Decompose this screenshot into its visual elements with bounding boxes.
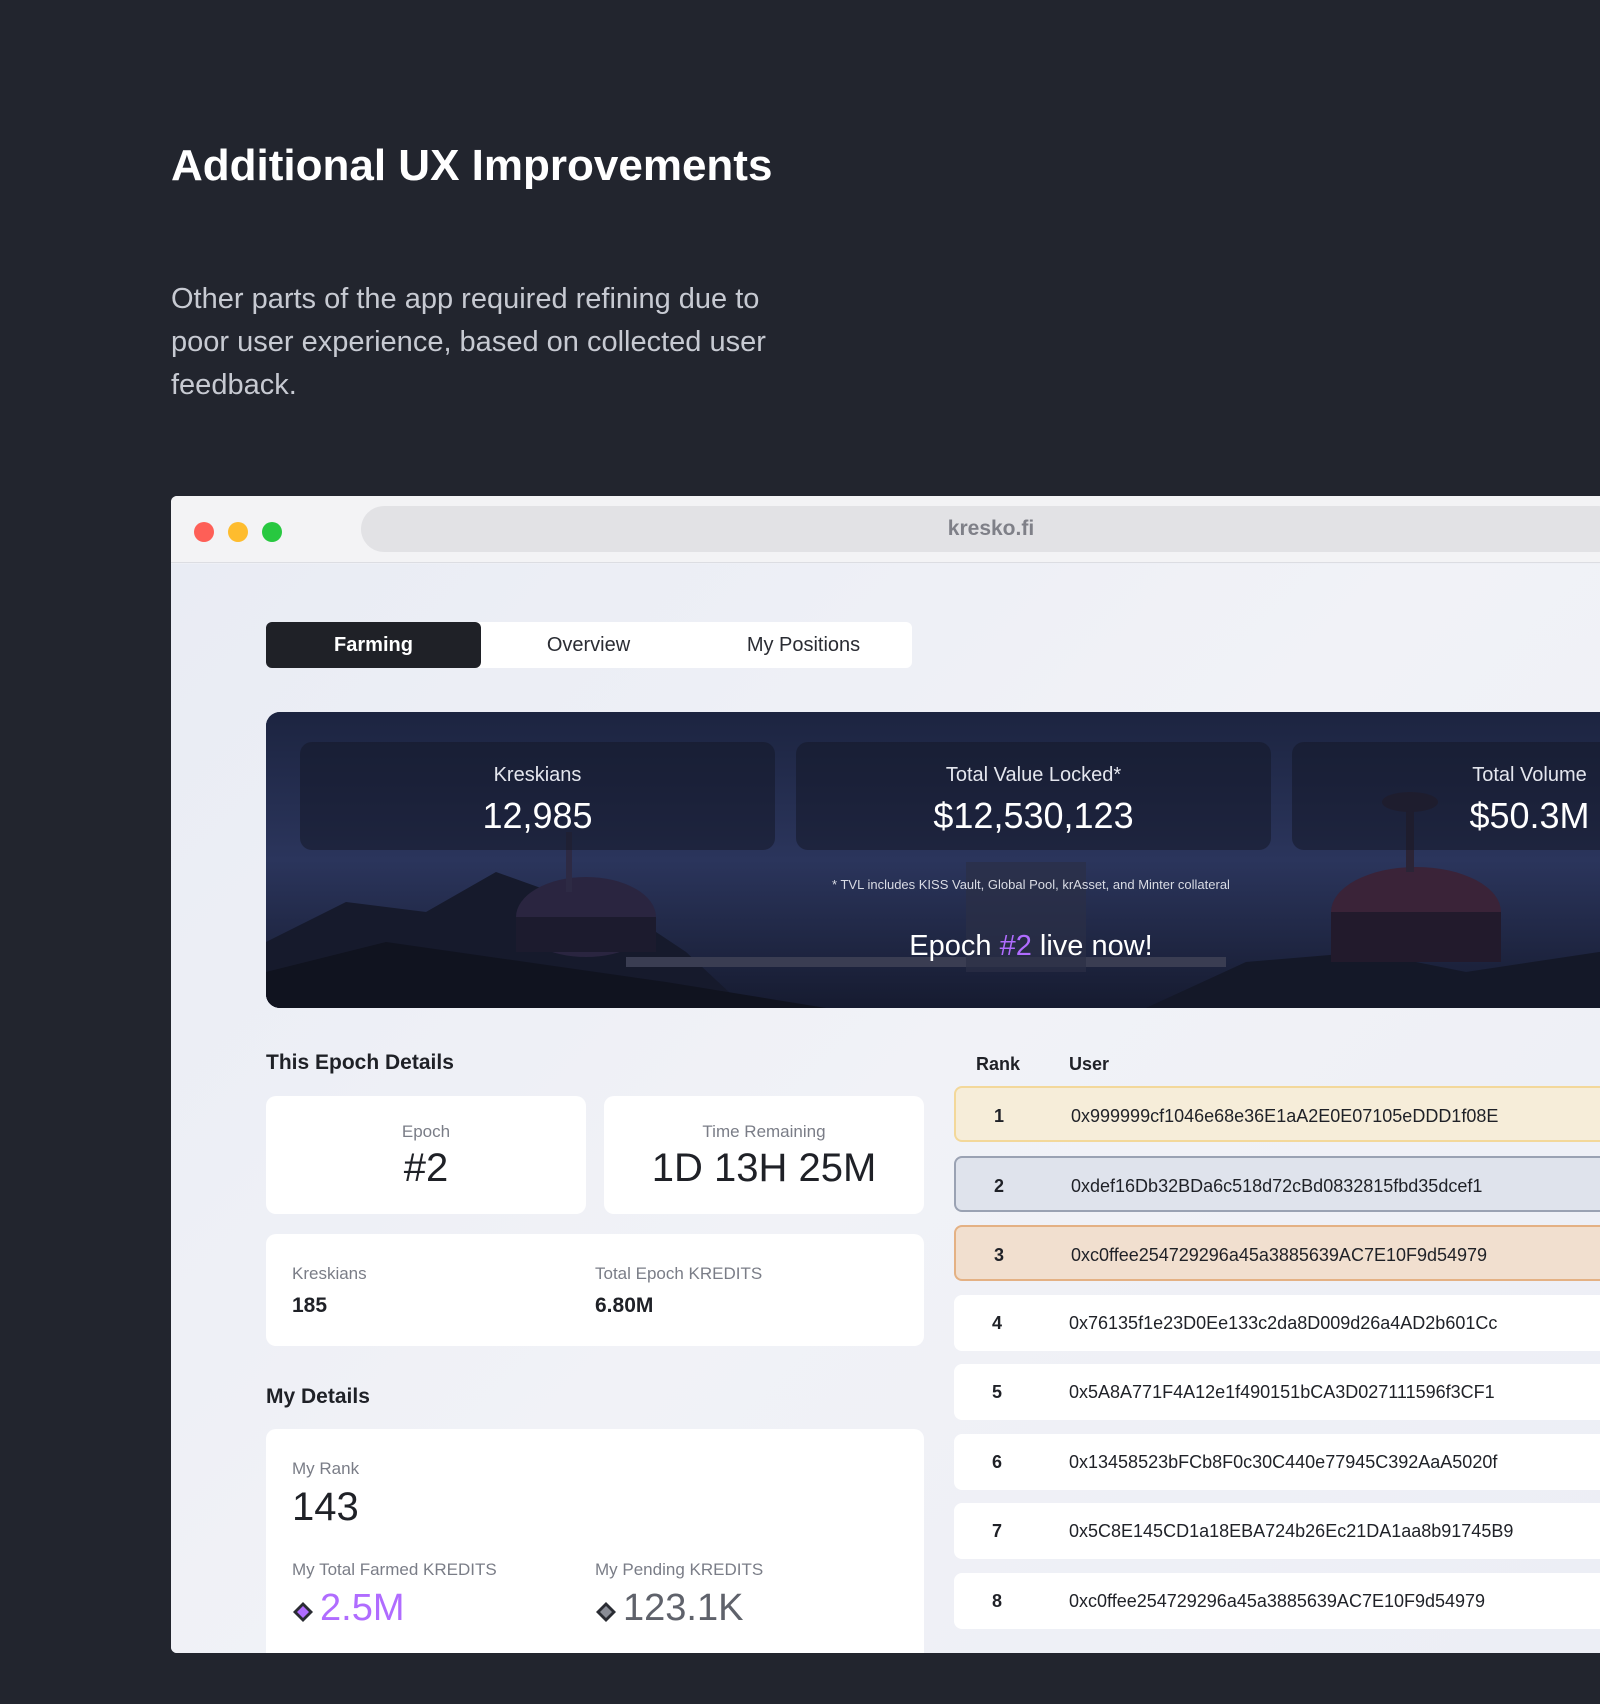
leaderboard-row[interactable]: 6 0x13458523bFCb8F0c30C440e77945C392AaA5… bbox=[954, 1434, 1600, 1490]
kredits-diamond-icon bbox=[596, 1601, 616, 1622]
tvl-footnote: * TVL includes KISS Vault, Global Pool, … bbox=[832, 877, 1230, 892]
leaderboard-row[interactable]: 5 0x5A8A771F4A12e1f490151bCA3D027111596f… bbox=[954, 1364, 1600, 1420]
my-details-title: My Details bbox=[266, 1385, 370, 1408]
stat-card-kreskians: Kreskians 12,985 bbox=[300, 742, 775, 850]
epoch-card: Epoch #2 bbox=[266, 1096, 586, 1214]
epoch-live-banner: Epoch #2 live now! bbox=[266, 930, 1600, 963]
tab-my-positions[interactable]: My Positions bbox=[696, 622, 911, 668]
pending-kredits-value: 123.1K bbox=[623, 1587, 744, 1629]
leaderboard-row[interactable]: 7 0x5C8E145CD1a18EBA724b26Ec21DA1aa8b917… bbox=[954, 1503, 1600, 1559]
row-user-address: 0x999999cf1046e68e36E1aA2E0E07105eDDD1f0… bbox=[1071, 1106, 1499, 1126]
stat-value: $12,530,123 bbox=[933, 795, 1134, 836]
row-rank: 6 bbox=[991, 1452, 1002, 1472]
leaderboard-row[interactable]: 3 0xc0ffee254729296a45a3885639AC7E10F9d5… bbox=[954, 1225, 1600, 1281]
row-user-address: 0x5A8A771F4A12e1f490151bCA3D027111596f3C… bbox=[1069, 1382, 1495, 1402]
pending-kredits-label: My Pending KREDITS bbox=[595, 1560, 764, 1579]
row-user-address: 0x13458523bFCb8F0c30C440e77945C392AaA502… bbox=[1069, 1452, 1498, 1472]
my-details-card: My Rank 143 My Total Farmed KREDITS 2.5M… bbox=[266, 1429, 924, 1653]
total-farmed-kredits: 2.5M bbox=[292, 1587, 404, 1630]
tab-overview[interactable]: Overview bbox=[481, 622, 696, 668]
stat-card-tvl: Total Value Locked* $12,530,123 bbox=[796, 742, 1271, 850]
row-user-address: 0xdef16Db32BDa6c518d72cBd0832815fbd35dce… bbox=[1071, 1176, 1483, 1196]
close-window-icon[interactable] bbox=[194, 522, 214, 542]
total-epoch-kredits-value: 6.80M bbox=[595, 1294, 654, 1317]
stat-value: $50.3M bbox=[1469, 795, 1590, 836]
total-farmed-kredits-value: 2.5M bbox=[320, 1587, 405, 1629]
time-remaining-card: Time Remaining 1D 13H 25M bbox=[604, 1096, 924, 1214]
row-user-address: 0xc0ffee254729296a45a3885639AC7E10F9d549… bbox=[1069, 1591, 1486, 1611]
epoch-kreskians-value: 185 bbox=[292, 1294, 328, 1317]
time-remaining-label: Time Remaining bbox=[702, 1122, 826, 1141]
leaderboard-row[interactable]: 4 0x76135f1e23D0Ee133c2da8D009d26a4AD2b6… bbox=[954, 1295, 1600, 1351]
row-rank: 3 bbox=[993, 1245, 1004, 1265]
stat-card-total-volume: Total Volume $50.3M bbox=[1292, 742, 1600, 850]
browser-titlebar: kresko.fi bbox=[171, 496, 1600, 563]
epoch-live-suffix: live now! bbox=[1031, 930, 1153, 962]
address-bar[interactable]: kresko.fi bbox=[361, 506, 1600, 552]
tab-bar: Farming Overview My Positions bbox=[266, 622, 912, 668]
hero-banner: Kreskians 12,985 Total Value Locked* $12… bbox=[266, 712, 1600, 1008]
my-rank-value: 143 bbox=[292, 1485, 359, 1529]
epoch-kreskians-label: Kreskians bbox=[292, 1264, 367, 1283]
row-user-address: 0xc0ffee254729296a45a3885639AC7E10F9d549… bbox=[1071, 1245, 1488, 1265]
row-rank: 4 bbox=[991, 1313, 1002, 1333]
leaderboard-row[interactable]: 2 0xdef16Db32BDa6c518d72cBd0832815fbd35d… bbox=[954, 1156, 1600, 1212]
total-epoch-kredits-label: Total Epoch KREDITS bbox=[595, 1264, 763, 1283]
maximize-window-icon[interactable] bbox=[262, 522, 282, 542]
browser-window: kresko.fi Farming Overview My Positions bbox=[171, 496, 1600, 1653]
row-rank: 5 bbox=[991, 1382, 1002, 1402]
minimize-window-icon[interactable] bbox=[228, 522, 248, 542]
total-farmed-kredits-label: My Total Farmed KREDITS bbox=[292, 1560, 497, 1579]
page-content: Farming Overview My Positions Kreskians … bbox=[171, 564, 1600, 1653]
row-rank: 7 bbox=[991, 1521, 1002, 1541]
epoch-details-title: This Epoch Details bbox=[266, 1051, 454, 1074]
leaderboard-row[interactable]: 1 0x999999cf1046e68e36E1aA2E0E07105eDDD1… bbox=[954, 1086, 1600, 1142]
row-rank: 8 bbox=[991, 1591, 1002, 1611]
row-user-address: 0x5C8E145CD1a18EBA724b26Ec21DA1aa8b91745… bbox=[1069, 1521, 1514, 1541]
stat-label: Kreskians bbox=[493, 764, 582, 786]
row-user-address: 0x76135f1e23D0Ee133c2da8D009d26a4AD2b601… bbox=[1069, 1313, 1498, 1333]
leaderboard-row[interactable]: 8 0xc0ffee254729296a45a3885639AC7E10F9d5… bbox=[954, 1573, 1600, 1629]
epoch-live-number: #2 bbox=[999, 930, 1032, 962]
epoch-live-prefix: Epoch bbox=[909, 930, 1000, 962]
kredits-diamond-icon bbox=[293, 1601, 313, 1622]
leaderboard-user-header: User bbox=[1069, 1054, 1110, 1074]
leaderboard-rank-header: Rank bbox=[976, 1054, 1021, 1074]
epoch-label: Epoch bbox=[401, 1122, 451, 1141]
case-heading: Additional UX Improvements bbox=[171, 141, 773, 190]
stat-value: 12,985 bbox=[482, 795, 593, 836]
tab-farming[interactable]: Farming bbox=[266, 622, 481, 668]
pending-kredits: 123.1K bbox=[595, 1587, 743, 1630]
case-description: Other parts of the app required refining… bbox=[171, 283, 766, 401]
time-remaining-value: 1D 13H 25M bbox=[651, 1146, 877, 1190]
stat-label: Total Value Locked* bbox=[945, 764, 1122, 786]
epoch-stats-card: Kreskians 185 Total Epoch KREDITS 6.80M bbox=[266, 1234, 924, 1346]
my-rank-label: My Rank bbox=[292, 1459, 360, 1478]
row-rank: 2 bbox=[993, 1176, 1004, 1196]
stat-label: Total Volume bbox=[1472, 764, 1587, 786]
row-rank: 1 bbox=[993, 1106, 1004, 1126]
epoch-value: #2 bbox=[403, 1146, 449, 1190]
